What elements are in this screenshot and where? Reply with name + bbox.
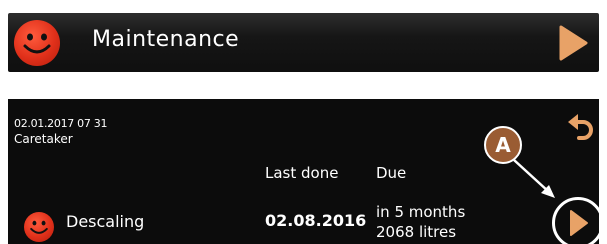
last-done-date: 02.08.2016 [265, 211, 367, 230]
smiley-face-icon [14, 20, 60, 66]
play-arrow-icon [570, 210, 588, 236]
descaling-label: Descaling [66, 212, 145, 231]
undo-arrow-icon[interactable] [566, 113, 596, 141]
maintenance-detail-panel: 02.01.2017 07 31 Caretaker Last done Due… [8, 99, 604, 244]
due-volume-value: 2068 litres [376, 223, 457, 241]
play-arrow-icon[interactable] [557, 25, 589, 61]
smiley-face-icon [24, 212, 54, 242]
column-header-last-done: Last done [265, 164, 339, 182]
datetime-label: 02.01.2017 07 31 [14, 117, 108, 130]
maintenance-header-bar[interactable]: Maintenance [8, 13, 599, 72]
user-role-label: Caretaker [14, 132, 73, 146]
page-title: Maintenance [92, 27, 240, 52]
maintenance-screen: Maintenance 02.01.2017 07 31 Caretaker L… [0, 0, 607, 244]
due-time-value: in 5 months [376, 203, 466, 221]
descaling-start-button[interactable] [552, 197, 604, 244]
column-header-due: Due [376, 164, 407, 182]
callout-marker: A [484, 126, 522, 164]
